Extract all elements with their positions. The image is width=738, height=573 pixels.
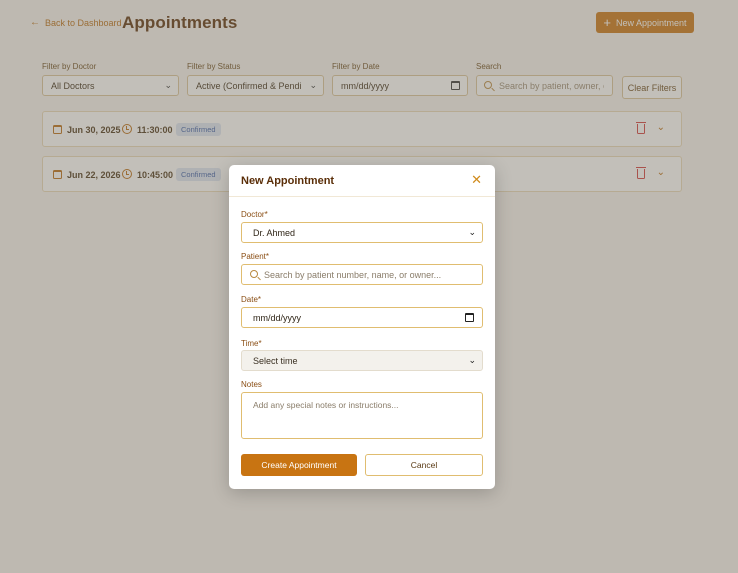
date-input[interactable]: mm/dd/yyyy: [241, 307, 483, 328]
patient-search-input[interactable]: Search by patient number, name, or owner…: [241, 264, 483, 285]
chevron-down-icon: ⌄: [468, 355, 476, 365]
patient-search-placeholder: Search by patient number, name, or owner…: [264, 269, 442, 280]
new-appointment-dialog: New Appointment ✕ Doctor* Dr. Ahmed ⌄ Pa…: [229, 165, 495, 489]
notes-textarea[interactable]: Add any special notes or instructions...: [241, 392, 483, 439]
calendar-icon: [465, 313, 474, 322]
doctor-select[interactable]: Dr. Ahmed ⌄: [241, 222, 483, 243]
time-label: Time*: [241, 339, 262, 348]
search-icon: [250, 270, 258, 278]
create-appointment-button[interactable]: Create Appointment: [241, 454, 357, 476]
date-input-value: mm/dd/yyyy: [253, 312, 302, 323]
time-select[interactable]: Select time ⌄: [241, 350, 483, 371]
dialog-header: New Appointment ✕: [229, 165, 495, 197]
time-select-value: Select time: [253, 355, 298, 366]
patient-label: Patient*: [241, 252, 270, 261]
doctor-select-value: Dr. Ahmed: [253, 227, 296, 238]
cancel-button[interactable]: Cancel: [365, 454, 483, 476]
chevron-down-icon: ⌄: [468, 227, 476, 237]
date-label: Date*: [241, 295, 262, 304]
dialog-title: New Appointment: [241, 175, 335, 187]
appointments-page: ← Back to Dashboard Appointments + New A…: [0, 0, 738, 573]
doctor-label: Doctor*: [241, 210, 268, 219]
close-icon[interactable]: ✕: [471, 173, 482, 186]
notes-placeholder: Add any special notes or instructions...: [253, 400, 399, 410]
notes-label: Notes: [241, 380, 262, 389]
